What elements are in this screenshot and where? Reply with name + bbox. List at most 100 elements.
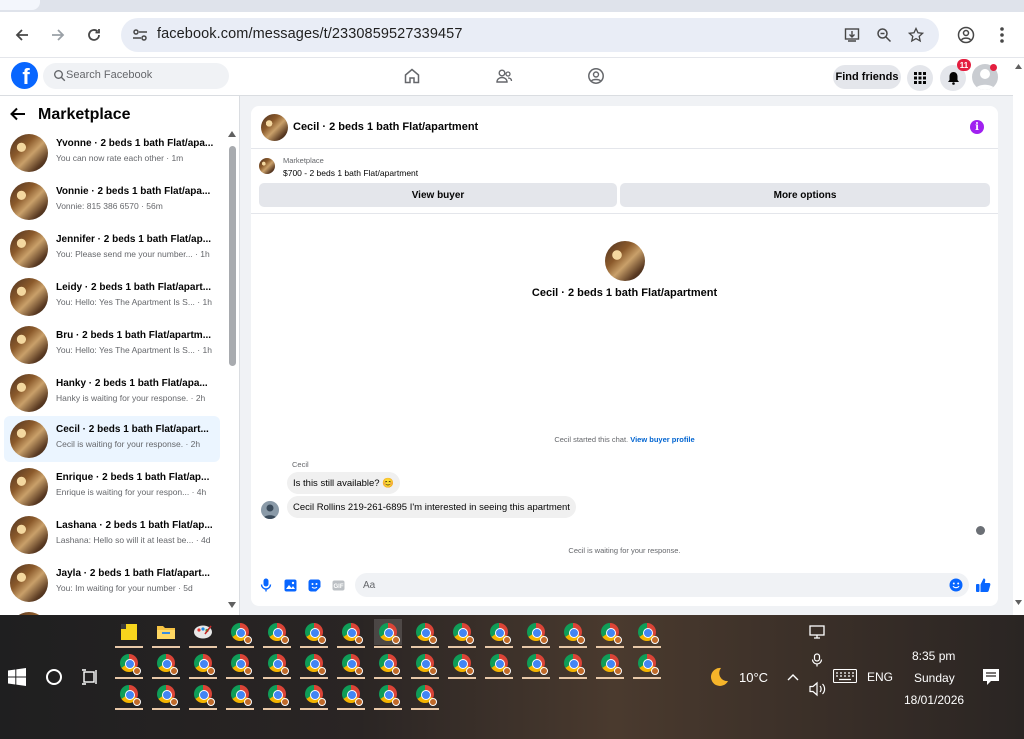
chrome-window[interactable] [485, 619, 513, 648]
microphone-icon[interactable] [259, 578, 273, 592]
listing-thumbnail[interactable] [259, 158, 275, 174]
home-nav[interactable] [401, 65, 423, 87]
input-language[interactable]: ENG [867, 670, 893, 684]
chrome-window[interactable] [115, 650, 143, 679]
chrome-window[interactable] [263, 650, 291, 679]
page-scrollbar[interactable] [1013, 60, 1024, 615]
paint-app[interactable] [189, 619, 217, 648]
chat-avatar[interactable] [261, 114, 288, 141]
chrome-window[interactable] [152, 650, 180, 679]
chrome-window[interactable] [559, 650, 587, 679]
address-bar[interactable]: facebook.com/messages/t/2330859527339457 [121, 18, 939, 52]
photo-icon[interactable] [283, 578, 297, 592]
install-app-icon[interactable] [843, 26, 861, 44]
chrome-window[interactable] [485, 650, 513, 679]
chrome-window[interactable] [337, 619, 365, 648]
chrome-window[interactable] [633, 619, 661, 648]
chrome-window[interactable] [263, 681, 291, 710]
chrome-window[interactable] [522, 650, 550, 679]
scroll-up-arrow-icon[interactable] [228, 131, 236, 137]
more-options-button[interactable]: More options [620, 183, 990, 207]
scroll-down-arrow-icon[interactable] [1015, 600, 1022, 605]
conversation-item[interactable]: Jennifer · 2 beds 1 bath Flat/ap... You:… [4, 226, 220, 272]
taskbar-search-icon[interactable] [46, 669, 62, 685]
sender-avatar[interactable] [261, 501, 279, 519]
microphone-tray-icon[interactable] [811, 653, 823, 667]
scroll-up-arrow-icon[interactable] [1015, 64, 1022, 69]
view-buyer-button[interactable]: View buyer [259, 183, 617, 207]
chrome-window[interactable] [411, 681, 439, 710]
reload-button[interactable] [80, 21, 108, 49]
clock-day[interactable]: Sunday [914, 671, 955, 685]
conversation-item-active[interactable]: Cecil · 2 beds 1 bath Flat/apart... Ceci… [4, 416, 220, 462]
moon-weather-icon[interactable] [707, 666, 729, 688]
conversation-item[interactable]: Enrique · 2 beds 1 bath Flat/ap... Enriq… [4, 464, 220, 510]
chrome-window[interactable] [189, 681, 217, 710]
chrome-profile-button[interactable] [952, 21, 980, 49]
chrome-window[interactable] [226, 650, 254, 679]
conversation-item[interactable]: Lashana · 2 beds 1 bath Flat/ap... Lasha… [4, 512, 220, 558]
chrome-window-active[interactable] [374, 619, 402, 648]
forward-button[interactable] [44, 21, 72, 49]
conversation-item[interactable]: Bru · 2 beds 1 bath Flat/apartm... You: … [4, 322, 220, 368]
conversation-item[interactable]: Jayla · 2 beds 1 bath Flat/apart... You:… [4, 560, 220, 606]
chrome-window[interactable] [337, 681, 365, 710]
info-icon[interactable]: i [970, 120, 984, 134]
chrome-window[interactable] [300, 681, 328, 710]
keyboard-icon[interactable] [833, 669, 857, 683]
facebook-search-input[interactable]: Search Facebook [43, 63, 229, 89]
profile-nav[interactable] [585, 65, 607, 87]
conversation-item-partial[interactable] [4, 608, 220, 615]
scroll-down-arrow-icon[interactable] [228, 602, 236, 608]
chrome-window[interactable] [633, 650, 661, 679]
chrome-window[interactable] [559, 619, 587, 648]
back-arrow-icon[interactable] [10, 105, 30, 126]
chrome-window[interactable] [337, 650, 365, 679]
chrome-window[interactable] [115, 681, 143, 710]
chrome-window[interactable] [448, 650, 476, 679]
conversation-item[interactable]: Leidy · 2 beds 1 bath Flat/apart... You:… [4, 274, 220, 320]
windows-start-icon[interactable] [8, 668, 26, 686]
view-buyer-profile-link[interactable]: View buyer profile [630, 435, 694, 444]
bookmark-star-icon[interactable] [907, 26, 925, 44]
chrome-window[interactable] [411, 650, 439, 679]
gif-icon[interactable]: GIF [331, 578, 345, 592]
chrome-window[interactable] [226, 619, 254, 648]
chrome-window[interactable] [596, 650, 624, 679]
chrome-window[interactable] [374, 650, 402, 679]
site-info-icon[interactable] [131, 26, 149, 44]
sticky-notes-app[interactable] [115, 619, 143, 648]
chrome-window[interactable] [152, 681, 180, 710]
thumbs-up-icon[interactable] [975, 577, 991, 593]
message-bubble[interactable]: Is this still available? 😊 [287, 472, 401, 494]
conversation-item[interactable]: Vonnie · 2 beds 1 bath Flat/apa... Vonni… [4, 178, 220, 224]
chrome-window[interactable] [189, 650, 217, 679]
find-friends-button[interactable]: Find friends [833, 65, 901, 89]
menu-grid-button[interactable] [907, 65, 933, 91]
back-button[interactable] [8, 21, 36, 49]
emoji-icon[interactable] [949, 578, 963, 592]
chrome-window[interactable] [300, 619, 328, 648]
chrome-window[interactable] [300, 650, 328, 679]
chrome-window[interactable] [596, 619, 624, 648]
chrome-window[interactable] [374, 681, 402, 710]
conversation-item[interactable]: Hanky · 2 beds 1 bath Flat/apa... Hanky … [4, 370, 220, 416]
chrome-window[interactable] [522, 619, 550, 648]
volume-icon[interactable] [809, 681, 827, 697]
message-input[interactable]: Aa [355, 573, 969, 597]
message-bubble[interactable]: Cecil Rollins 219-261-6895 I'm intereste… [287, 496, 576, 518]
chrome-window[interactable] [226, 681, 254, 710]
chat-profile-avatar[interactable] [605, 241, 645, 281]
active-tab[interactable] [0, 0, 40, 10]
sticker-icon[interactable] [307, 578, 321, 592]
sidebar-scrollbar-thumb[interactable] [229, 146, 236, 366]
chrome-window[interactable] [263, 619, 291, 648]
network-monitor-icon[interactable] [809, 625, 825, 639]
notification-center-icon[interactable] [982, 668, 1000, 686]
tray-expand-chevron-icon[interactable] [787, 668, 799, 684]
zoom-icon[interactable] [875, 26, 893, 44]
chrome-menu-button[interactable] [988, 21, 1016, 49]
weather-temperature[interactable]: 10°C [739, 670, 768, 685]
clock-date[interactable]: 18/01/2026 [904, 693, 964, 707]
listing-title[interactable]: $700 - 2 beds 1 bath Flat/apartment [283, 168, 418, 178]
